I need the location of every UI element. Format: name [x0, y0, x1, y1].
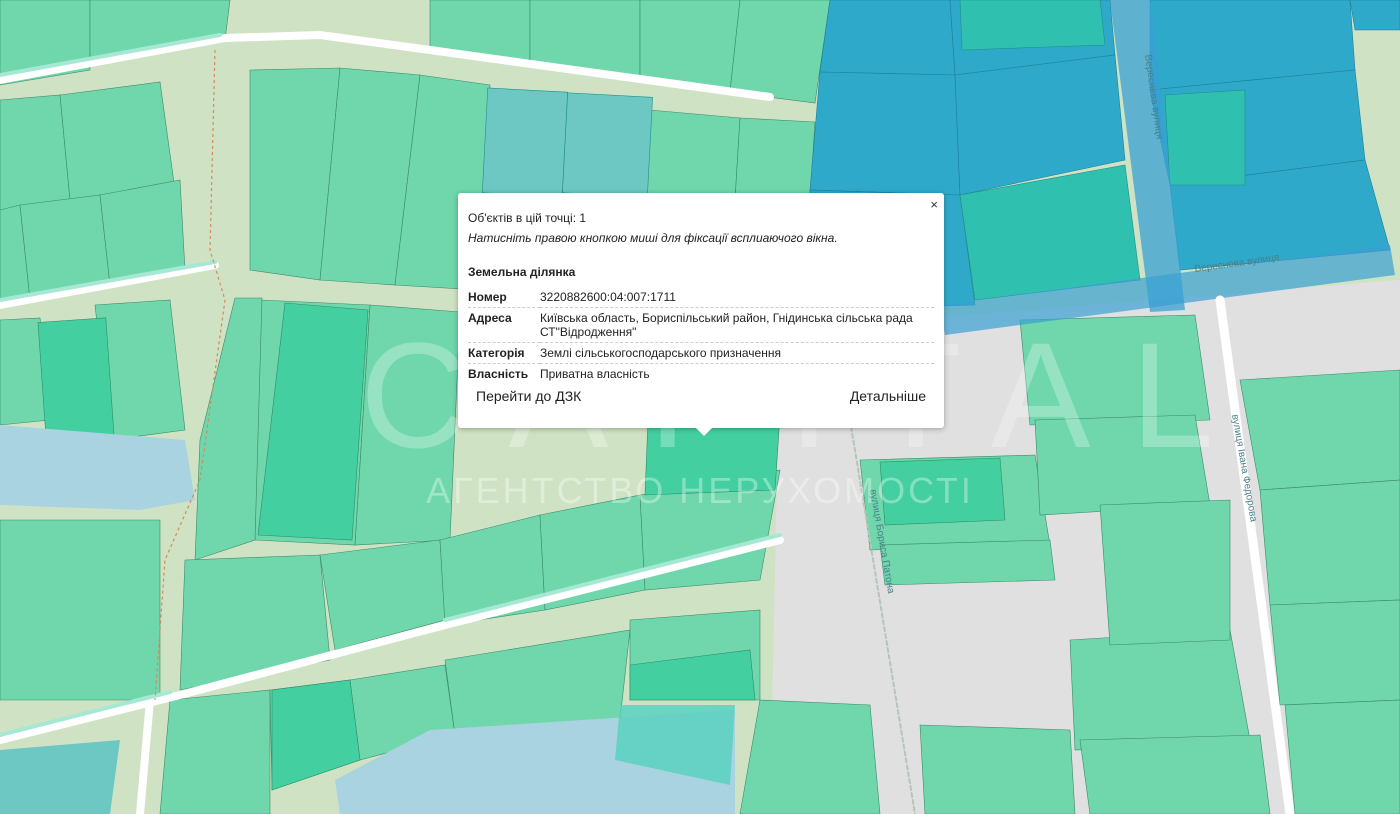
- address-value: Київська область, Бориспільський район, …: [540, 307, 934, 343]
- table-row: Номер 3220882600:04:007:1711: [468, 287, 934, 308]
- parcel-title: Земельна ділянка: [468, 265, 576, 279]
- table-row: Власність Приватна власність: [468, 364, 934, 385]
- objects-count: Об'єктів в цій точці: 1: [468, 211, 587, 225]
- details-link[interactable]: Детальніше: [850, 388, 926, 404]
- table-row: Адреса Київська область, Бориспільський …: [468, 307, 934, 343]
- table-row: Категорія Землі сільськогосподарського п…: [468, 342, 934, 364]
- popup-hint: Натисніть правою кнопкою миші для фіксац…: [468, 231, 838, 245]
- field-label: Адреса: [468, 307, 540, 343]
- field-label: Номер: [468, 287, 540, 308]
- field-label: Власність: [468, 367, 529, 381]
- close-icon[interactable]: ×: [930, 197, 938, 212]
- parcel-popup: × Об'єктів в цій точці: 1 Натисніть прав…: [458, 193, 944, 436]
- ownership-value: Приватна власність: [540, 367, 650, 381]
- go-to-dzk-link[interactable]: Перейти до ДЗК: [476, 388, 581, 404]
- popup-actions: Перейти до ДЗК Детальніше: [468, 388, 934, 404]
- cadastral-number: 3220882600:04:007:1711: [540, 287, 934, 308]
- parcel-info-table: Номер 3220882600:04:007:1711 Адреса Київ…: [468, 287, 934, 384]
- field-label: Категорія: [468, 342, 540, 364]
- water-body: [0, 740, 120, 814]
- category-value: Землі сільськогосподарського призначення: [540, 342, 934, 364]
